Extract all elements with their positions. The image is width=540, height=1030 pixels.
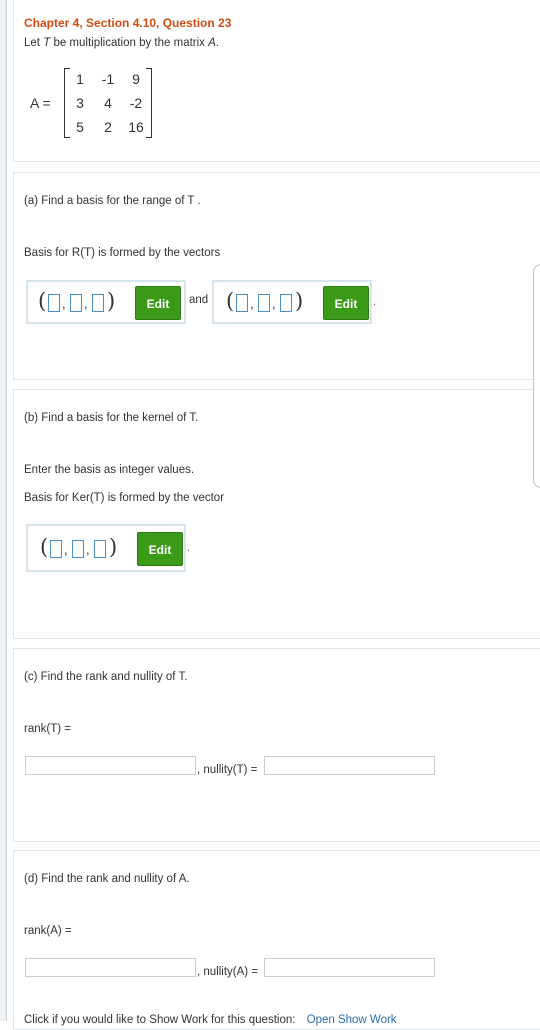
part-b-period: .	[187, 542, 191, 554]
matrix-cell: -1	[101, 71, 115, 87]
matrix-cell: 4	[104, 95, 112, 111]
question-intro: Let T be multiplication by the matrix A.	[24, 37, 219, 49]
comma: ,	[250, 296, 254, 311]
open-paren: (	[226, 289, 235, 313]
matrix-cell: 2	[104, 119, 112, 135]
range-v1-entry-2[interactable]	[70, 294, 82, 312]
intro-A: A	[208, 37, 216, 49]
kernel-entry-2[interactable]	[72, 540, 84, 558]
intro-end: .	[215, 37, 219, 49]
range-v2-entry-1[interactable]	[236, 294, 248, 312]
part-b-note: Enter the basis as integer values.	[24, 464, 195, 476]
comma: ,	[84, 296, 88, 311]
intro-T: T	[43, 37, 51, 49]
left-edge-bar	[0, 0, 7, 1021]
range-v1-entry-3[interactable]	[92, 294, 104, 312]
rank-T-input[interactable]	[25, 756, 196, 775]
part-a-prompt: (a) Find a basis for the range of T .	[24, 195, 201, 207]
range-v2-entry-2[interactable]	[258, 294, 270, 312]
intro-let: Let	[24, 37, 40, 49]
comma: ,	[64, 542, 68, 557]
part-a-instruction: Basis for R(T) is formed by the vectors	[24, 247, 221, 259]
close-paren: )	[109, 535, 118, 559]
side-panel-tab[interactable]	[533, 264, 540, 488]
rank-A-input[interactable]	[25, 958, 196, 977]
rank-A-label: rank(A) =	[24, 925, 72, 937]
matrix-cell: 1	[76, 71, 84, 87]
part-b-panel	[13, 389, 540, 639]
matrix-cell: 9	[132, 71, 140, 87]
open-show-work-link[interactable]: Open Show Work	[307, 1014, 397, 1026]
kernel-edit-button[interactable]: Edit	[137, 532, 183, 566]
intro-rest: be multiplication by the matrix	[53, 37, 205, 49]
open-paren: (	[40, 535, 49, 559]
and-label: and	[189, 294, 209, 306]
range-vector-2-group: ( , , ) Edit	[212, 280, 372, 324]
close-paren: )	[107, 289, 116, 313]
matrix-cell: -2	[129, 95, 143, 111]
part-b-instruction: Basis for Ker(T) is formed by the vector	[24, 492, 225, 504]
range-vector-1-group: ( , , ) Edit	[26, 280, 186, 324]
matrix-A: 1 -1 9 3 4 -2 5 2 16	[64, 68, 152, 138]
show-work-footer: Click if you would like to Show Work for…	[24, 1014, 397, 1026]
range-v2-entry-3[interactable]	[280, 294, 292, 312]
open-paren: (	[38, 289, 47, 313]
matrix-cell: 3	[76, 95, 84, 111]
nullity-T-label: , nullity(T) =	[197, 764, 258, 776]
comma: ,	[86, 542, 90, 557]
part-a-period: .	[373, 296, 377, 308]
matrix-label: A =	[30, 95, 51, 111]
comma: ,	[62, 296, 66, 311]
matrix-cell: 5	[76, 119, 84, 135]
kernel-vector-group: ( , , ) Edit	[26, 524, 186, 572]
part-c-prompt: (c) Find the rank and nullity of T.	[24, 671, 188, 683]
part-b-prompt: (b) Find a basis for the kernel of T.	[24, 412, 199, 424]
nullity-A-label: , nullity(A) =	[197, 966, 259, 978]
part-d-prompt: (d) Find the rank and nullity of A.	[24, 873, 190, 885]
kernel-entry-1[interactable]	[50, 540, 62, 558]
show-work-prompt: Click if you would like to Show Work for…	[24, 1014, 296, 1026]
rank-T-label: rank(T) =	[24, 723, 71, 735]
close-paren: )	[295, 289, 304, 313]
nullity-A-input[interactable]	[264, 958, 435, 977]
range-v1-edit-button[interactable]: Edit	[135, 286, 181, 320]
matrix-cell: 16	[128, 119, 144, 135]
range-v2-edit-button[interactable]: Edit	[323, 286, 369, 320]
nullity-T-input[interactable]	[264, 756, 435, 775]
comma: ,	[272, 296, 276, 311]
kernel-entry-3[interactable]	[94, 540, 106, 558]
question-title: Chapter 4, Section 4.10, Question 23	[24, 16, 232, 30]
range-v1-entry-1[interactable]	[48, 294, 60, 312]
